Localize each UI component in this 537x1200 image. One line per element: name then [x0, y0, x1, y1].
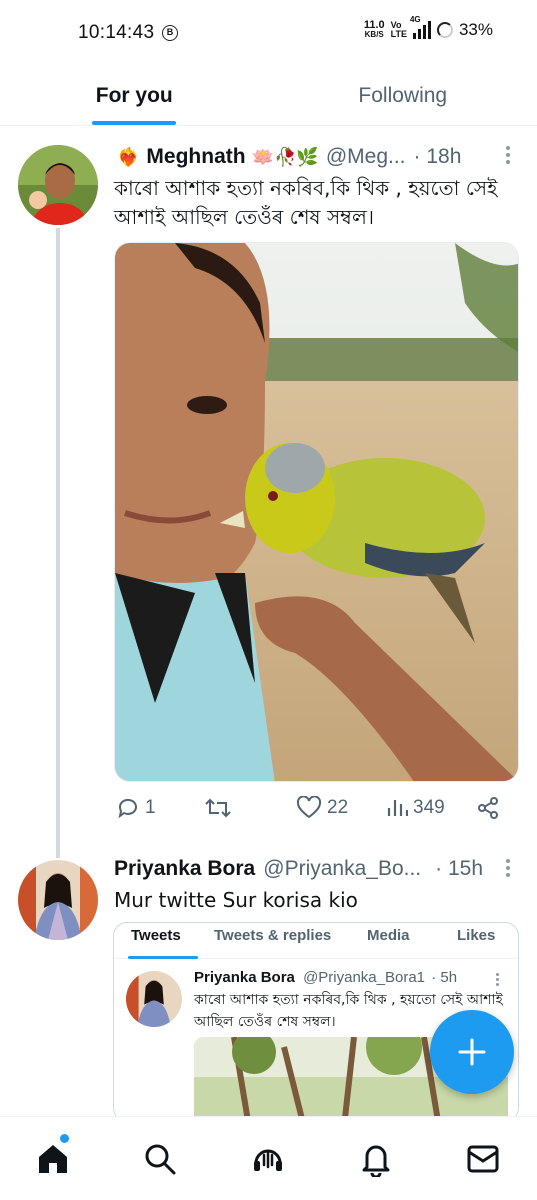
tweet-author-handle[interactable]: @Priyanka_Bo...: [263, 857, 421, 881]
heart-icon: [296, 796, 322, 819]
active-tab-indicator: [92, 121, 177, 125]
view-count: 349: [413, 797, 445, 818]
notifications-icon: [362, 1145, 390, 1177]
tab-following-label: Following: [358, 83, 448, 107]
avatar[interactable]: [18, 145, 98, 225]
spaces-icon: [254, 1149, 282, 1171]
status-bar: 10:14:43 B 11.0 KB/S Vo LTE 4G 33%: [0, 0, 537, 66]
nav-search[interactable]: [140, 1139, 180, 1179]
tweet-text: Mur twitte Sur korisa kio: [114, 888, 358, 912]
retweet-icon: [205, 798, 231, 818]
like-count: 22: [327, 797, 349, 818]
volte-icon: Vo LTE: [391, 21, 407, 39]
inner-tweet-time: · 5h: [431, 969, 458, 986]
home-notification-dot: [60, 1134, 69, 1143]
tweet-author-name[interactable]: Priyanka Bora: [114, 857, 255, 881]
tweet-author-name[interactable]: Meghnath: [146, 145, 245, 169]
plus-icon: [458, 1038, 486, 1066]
network-speed: 11.0 KB/S: [364, 20, 385, 40]
network-type: 4G: [409, 15, 421, 24]
reply-button[interactable]: 1: [116, 796, 156, 820]
search-icon: [145, 1144, 176, 1175]
more-options-icon[interactable]: [505, 859, 511, 877]
nav-messages[interactable]: [463, 1139, 503, 1179]
tab-for-you[interactable]: For you: [0, 66, 269, 125]
inner-author-handle: @Priyanka_Bora1: [303, 969, 426, 986]
tweet-time[interactable]: · 15h: [435, 857, 483, 881]
avatar[interactable]: [18, 860, 98, 940]
retweet-button[interactable]: [204, 796, 237, 820]
name-emoji-icons: 🪷🥀🌿: [251, 146, 319, 167]
b-badge-icon: B: [162, 25, 178, 41]
card-tabs: Tweets Tweets & replies Media Likes: [114, 923, 518, 959]
home-icon: [39, 1145, 67, 1173]
tweet-text: কাৰো আশাক হত্যা নকৰিব,কি থিক , হয়তো সেই…: [114, 176, 498, 229]
battery-percent: 33%: [458, 20, 493, 39]
inner-more-icon: [496, 973, 500, 986]
timeline-tabs: For you Following: [0, 66, 537, 126]
share-icon: [478, 797, 498, 819]
more-options-icon[interactable]: [505, 146, 511, 164]
nav-home[interactable]: [33, 1139, 73, 1179]
tweet-time[interactable]: · 18h: [414, 145, 462, 169]
card-tab-tweets: Tweets: [131, 927, 181, 944]
card-active-tab-indicator: [128, 956, 198, 959]
inner-tweet-header: Priyanka Bora @Priyanka_Bora1 · 5h: [194, 969, 457, 986]
nav-notifications[interactable]: [356, 1139, 396, 1179]
card-tab-replies: Tweets & replies: [214, 927, 332, 944]
flame-heart-icon: ❤️‍🔥: [117, 146, 140, 167]
status-time: 10:14:43: [78, 22, 155, 43]
network-speed-unit: KB/S: [364, 30, 384, 39]
reply-icon: [118, 798, 137, 819]
compose-tweet-button[interactable]: [430, 1010, 514, 1094]
views-icon: [387, 800, 408, 816]
volte-bottom: LTE: [390, 29, 407, 39]
tweet-media[interactable]: [114, 242, 519, 782]
signal-icon: 4G: [410, 15, 431, 39]
battery-icon: [436, 22, 453, 38]
status-indicators: 11.0 KB/S Vo LTE 4G 33%: [364, 15, 493, 40]
thread-line: [56, 228, 60, 858]
tab-following[interactable]: Following: [269, 66, 537, 125]
selfie-with-bird-photo: [115, 243, 518, 781]
bottom-navigation: [0, 1116, 537, 1200]
inner-author-name: Priyanka Bora: [194, 969, 295, 986]
messages-icon: [467, 1145, 499, 1173]
like-button[interactable]: 22: [296, 796, 348, 820]
tweet-author-handle[interactable]: @Meg...: [326, 145, 406, 169]
views-button[interactable]: 349: [386, 796, 445, 820]
inner-avatar: [126, 971, 182, 1027]
tab-for-you-label: For you: [95, 83, 173, 107]
share-button[interactable]: [476, 796, 500, 820]
reply-count: 1: [145, 797, 156, 818]
tweet-header: ❤️‍🔥 Meghnath 🪷🥀🌿 @Meg... · 18h: [114, 145, 461, 169]
tweet-header: Priyanka Bora @Priyanka_Bo... · 15h: [114, 857, 483, 881]
card-tab-likes: Likes: [457, 927, 496, 944]
nav-spaces[interactable]: [248, 1139, 288, 1179]
card-tab-media: Media: [367, 927, 410, 944]
tweet-actions: 1 22 349: [114, 796, 509, 830]
network-speed-value: 11.0: [363, 19, 385, 31]
